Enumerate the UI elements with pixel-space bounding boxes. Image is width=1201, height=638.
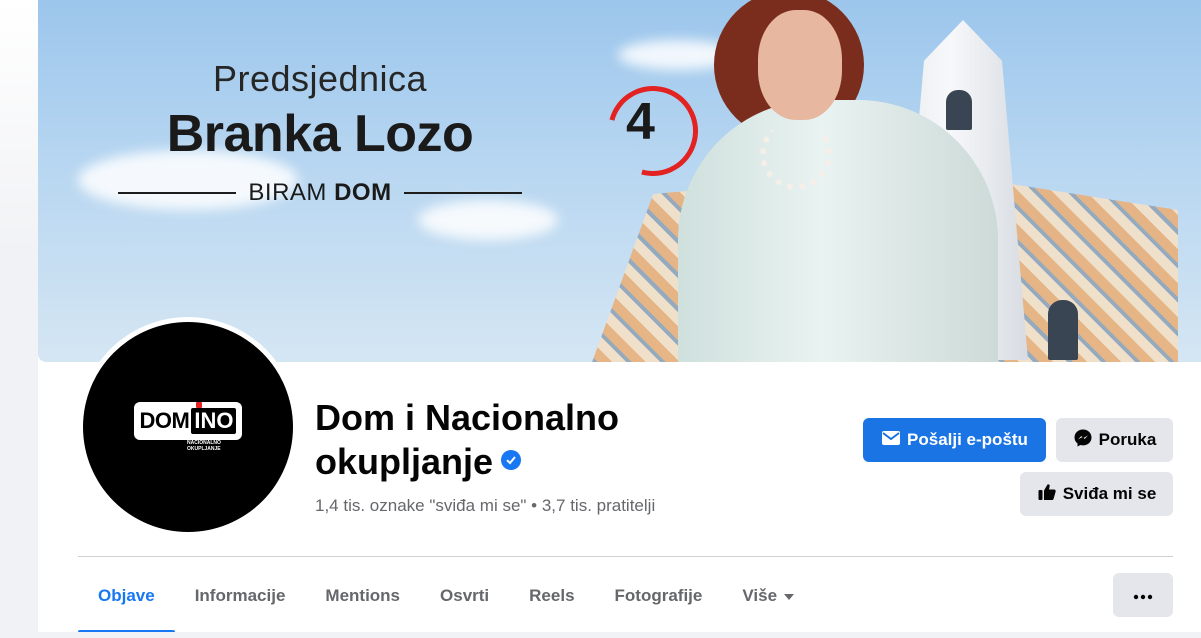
page-stats[interactable]: 1,4 tis. oznake "sviđa mi se" • 3,7 tis.…	[315, 496, 655, 516]
verified-badge-icon[interactable]	[501, 450, 522, 471]
tab-mentions[interactable]: Mentions	[305, 574, 420, 618]
slogan-prefix: BIRAM	[248, 179, 327, 206]
tab-label: Reels	[529, 586, 575, 605]
profile-picture-frame: DOM INO NACIONALNO OKUPLJANJE	[78, 317, 298, 537]
tab-label: Objave	[98, 586, 155, 605]
tab-objave[interactable]: Objave	[78, 574, 175, 634]
page-tabs: Objave Informacije Mentions Osvrti Reels…	[78, 574, 815, 634]
logo-red-dot	[196, 402, 203, 408]
cover-kicker: Predsjednica	[212, 58, 428, 99]
logo-accent-text: INO	[194, 408, 234, 433]
more-horizontal-icon	[1133, 585, 1153, 605]
page-name: Dom i Nacionalno okupljanje	[315, 397, 620, 482]
cover-slogan: BIRAM DOM	[118, 178, 522, 208]
like-page-button[interactable]: Sviđa mi se	[1020, 472, 1173, 516]
header-divider	[78, 556, 1173, 557]
logo-main: DOM	[139, 408, 190, 433]
tab-osvrti[interactable]: Osvrti	[420, 574, 509, 618]
tower-window	[946, 90, 972, 130]
person-body	[678, 100, 998, 362]
cover-headline: Predsjednica Branka Lozo	[118, 58, 522, 164]
tab-informacije[interactable]: Informacije	[175, 574, 306, 618]
caret-down-icon	[783, 586, 795, 606]
messenger-icon	[1073, 428, 1093, 453]
pearl-necklace	[760, 118, 832, 190]
send-email-button[interactable]: Pošalji e-poštu	[863, 418, 1046, 462]
slogan-text: BIRAM DOM	[248, 179, 391, 207]
envelope-icon	[881, 430, 901, 451]
logo-subtitle: NACIONALNO OKUPLJANJE	[187, 440, 221, 452]
content-area-edge	[0, 632, 1201, 638]
tab-label: Više	[742, 586, 778, 605]
send-email-label: Pošalji e-poštu	[907, 430, 1028, 449]
domino-logo: DOM INO	[133, 402, 243, 440]
cover-photo[interactable]: Predsjednica Branka Lozo BIRAM DOM 4	[38, 0, 1201, 362]
tab-label: Fotografije	[614, 586, 703, 605]
slogan-bold: DOM	[334, 179, 392, 206]
like-label: Sviđa mi se	[1062, 484, 1157, 503]
slogan-rule-right	[403, 192, 522, 194]
logo-accent: INO	[191, 402, 237, 434]
cover-name: Branka Lozo	[166, 105, 474, 163]
tab-fotografije[interactable]: Fotografije	[595, 574, 723, 618]
tab-vise[interactable]: Više	[722, 574, 815, 618]
person-face	[758, 10, 842, 120]
profile-picture[interactable]: DOM INO NACIONALNO OKUPLJANJE	[83, 322, 293, 532]
tower-window	[1048, 300, 1078, 360]
slogan-rule-left	[118, 192, 237, 194]
more-options-button[interactable]	[1113, 573, 1173, 617]
page-title: Dom i Nacionalno okupljanje	[315, 396, 735, 484]
tab-reels[interactable]: Reels	[509, 574, 594, 618]
left-background-strip	[0, 0, 38, 638]
tab-label: Mentions	[325, 586, 401, 605]
tab-label: Osvrti	[440, 586, 490, 605]
ballot-number: 4	[626, 93, 655, 151]
message-button[interactable]: Poruka	[1056, 418, 1173, 462]
message-label: Poruka	[1098, 430, 1157, 449]
tab-label: Informacije	[194, 586, 286, 605]
thumbs-up-icon	[1037, 482, 1057, 507]
